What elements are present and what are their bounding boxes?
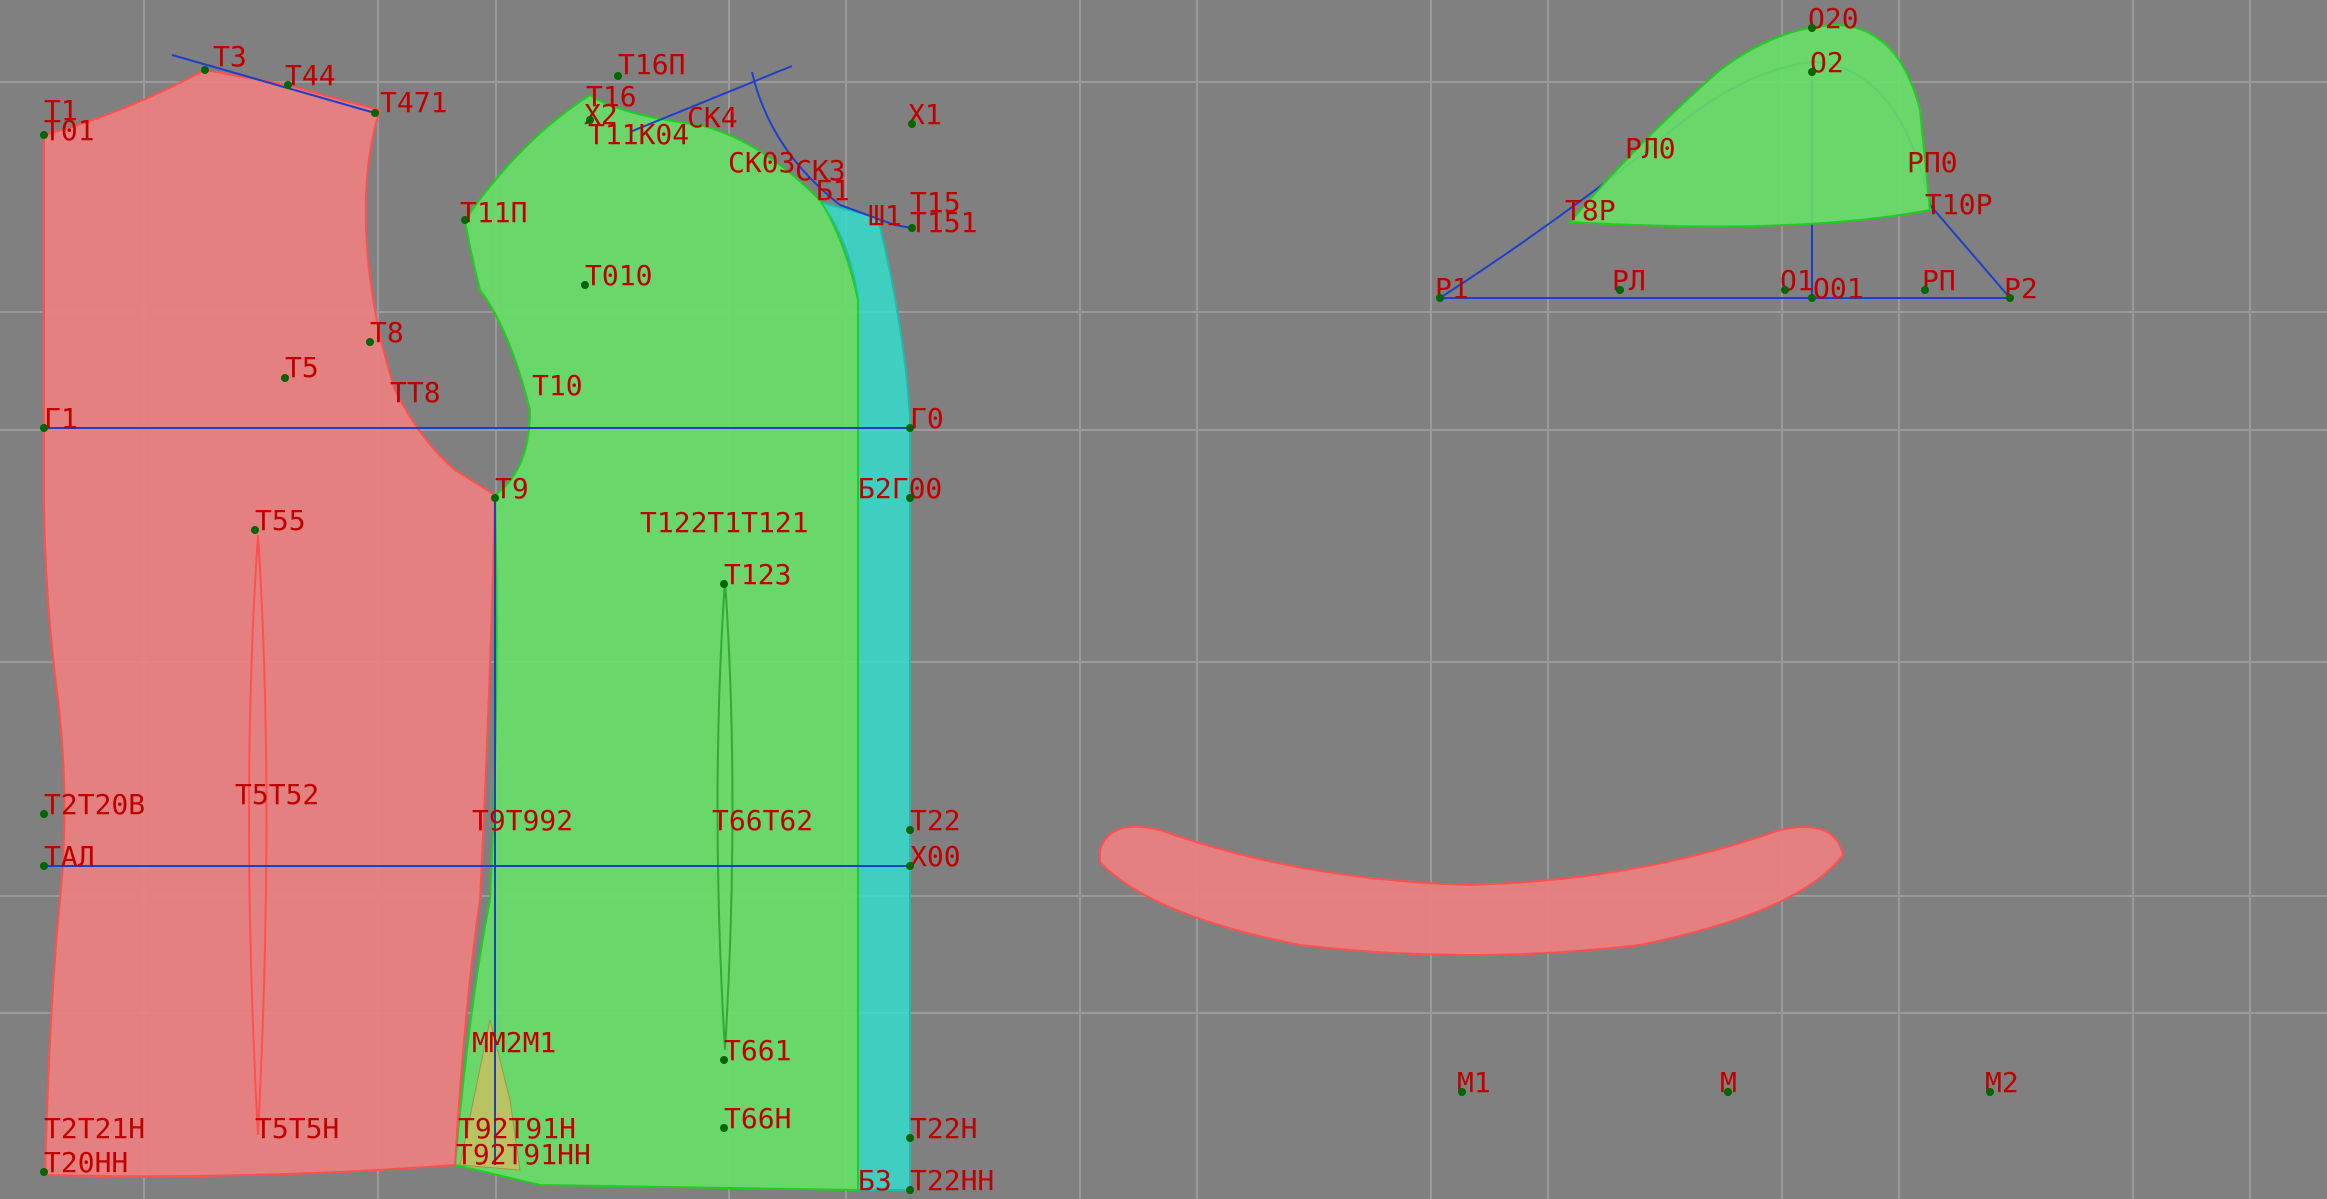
label-t20: Т2Т20В — [44, 788, 145, 821]
label-tal: ТАЛ — [44, 840, 95, 873]
label-sk03: СК03 — [728, 146, 795, 179]
label-t662: Т66Т62 — [712, 804, 813, 837]
label-t10: Т10 — [532, 369, 583, 402]
label-o01: О01 — [1813, 272, 1864, 305]
label-t471: Т471 — [380, 86, 447, 119]
label-t11k04: Т11К04 — [588, 118, 689, 151]
label-x00: Х00 — [910, 840, 961, 873]
label-t16p: Т16П — [618, 48, 685, 81]
label-sh1: Ш1 — [868, 199, 902, 232]
label-t661: Т661 — [724, 1034, 791, 1067]
label-t9: Т9 — [495, 472, 529, 505]
label-t22n: Т22Н — [910, 1112, 977, 1145]
label-t5: Т5 — [285, 351, 319, 384]
label-rl0: РЛ0 — [1625, 132, 1676, 165]
label-b3: Б3 — [858, 1164, 892, 1197]
label-t55: Т55 — [255, 504, 306, 537]
label-t8: Т8 — [370, 316, 404, 349]
label-tt8: ТТ8 — [390, 376, 441, 409]
label-t22nn: Т22НН — [910, 1164, 994, 1197]
label-b1: Б1 — [816, 174, 850, 207]
label-t20nn: Т20НН — [44, 1146, 128, 1179]
label-rp0: РП0 — [1907, 146, 1958, 179]
label-t123: Т123 — [724, 558, 791, 591]
label-t122: Т122Т1Т121 — [640, 506, 809, 539]
label-t9992: Т9Т992 — [472, 804, 573, 837]
label-t92nn: Т92Т91НН — [456, 1138, 591, 1171]
label-t3: Т3 — [213, 40, 247, 73]
label-t01: Т01 — [44, 114, 95, 147]
label-t5n: Т5Т5Н — [255, 1112, 339, 1145]
label-o20: О20 — [1808, 2, 1859, 35]
label-t10r: Т10Р — [1925, 188, 1992, 221]
label-t22: Т22 — [910, 804, 961, 837]
label-g1: Г1 — [44, 402, 78, 435]
label-t66n: Т66Н — [724, 1102, 791, 1135]
label-mm2: ММ2М1 — [472, 1026, 556, 1059]
label-t21n: Т2Т21Н — [44, 1112, 145, 1145]
label-t8r: Т8Р — [1565, 194, 1616, 227]
label-g0: Г0 — [910, 402, 944, 435]
label-b2g00: Б2Г00 — [858, 472, 942, 505]
pattern-canvas[interactable]: Т1 Т01 Т3 Т44 Т471 Т16П Т16 Х2 Т11К04 СК… — [0, 0, 2327, 1199]
label-sk4: СК4 — [687, 101, 738, 134]
label-t151: Т151 — [910, 206, 977, 239]
label-t44: Т44 — [285, 59, 336, 92]
label-t11p: Т11П — [460, 196, 527, 229]
label-t010: Т010 — [585, 259, 652, 292]
label-t51: Т5Т52 — [235, 778, 319, 811]
